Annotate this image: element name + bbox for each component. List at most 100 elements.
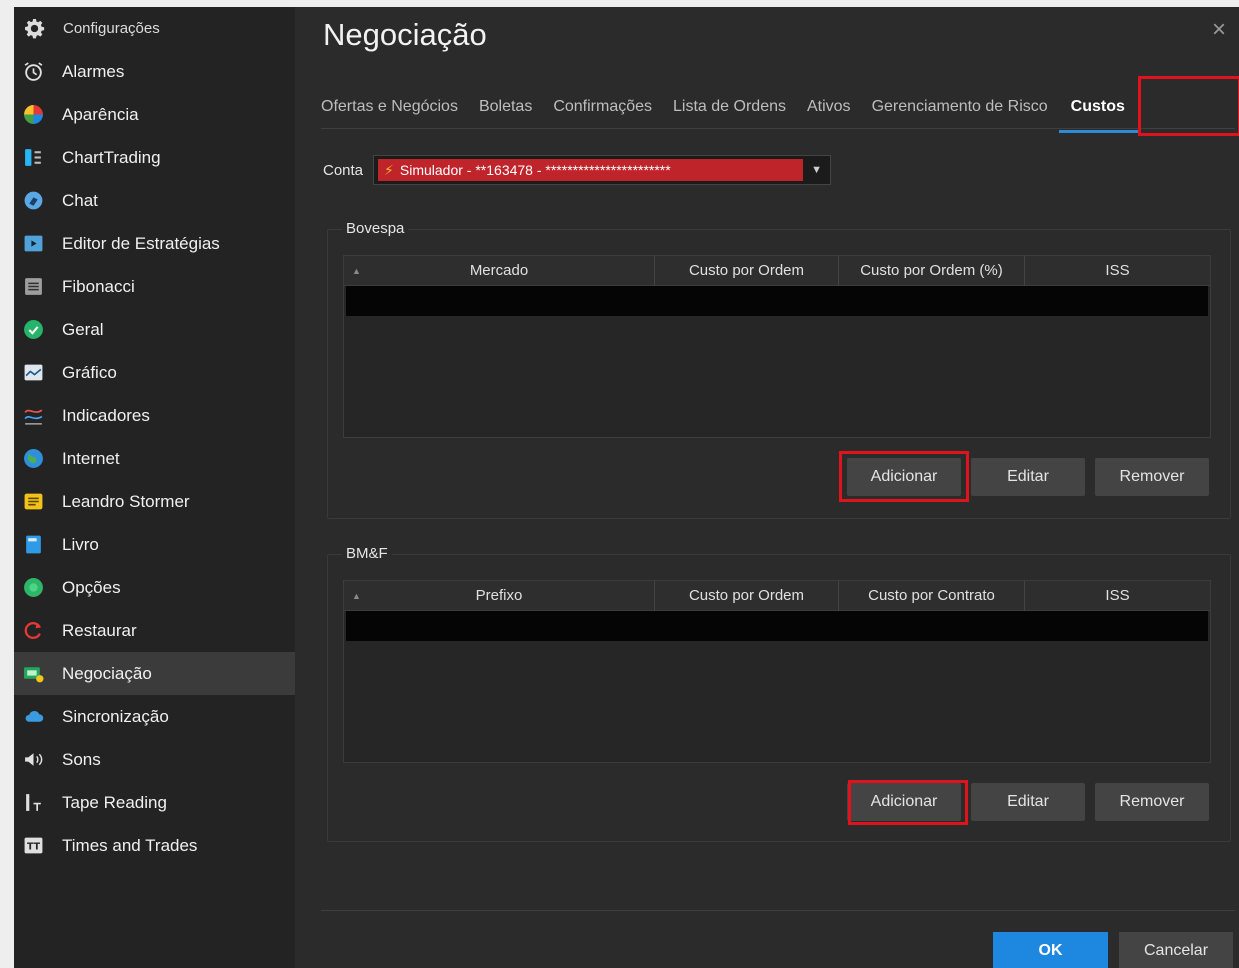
sidebar-item-chat[interactable]: Chat xyxy=(14,179,295,222)
footer-divider xyxy=(321,910,1235,911)
sidebar-item-label: Leandro Stormer xyxy=(62,491,190,511)
sidebar-item-label: Gráfico xyxy=(62,362,117,382)
sidebar-item-restaurar[interactable]: Restaurar xyxy=(14,609,295,652)
tab-boletas[interactable]: Boletas xyxy=(479,98,532,116)
sidebar-item-label: ChartTrading xyxy=(62,147,161,167)
sidebar-item-negociacao[interactable]: Negociação xyxy=(14,652,295,695)
column-header-prefixo[interactable]: ▲ Prefixo xyxy=(344,580,655,611)
sidebar-item-times-and-trades[interactable]: TT Times and Trades xyxy=(14,824,295,867)
bmf-add-button[interactable]: Adicionar xyxy=(847,783,961,821)
bmf-edit-button[interactable]: Editar xyxy=(971,783,1085,821)
bovespa-add-button[interactable]: Adicionar xyxy=(847,458,961,496)
table-row[interactable] xyxy=(346,286,1208,316)
sidebar-item-label: Negociação xyxy=(62,663,152,683)
sidebar-item-sons[interactable]: Sons xyxy=(14,738,295,781)
tab-ativos[interactable]: Ativos xyxy=(807,98,851,116)
sidebar-item-alarmes[interactable]: Alarmes xyxy=(14,50,295,93)
column-header-iss[interactable]: ISS xyxy=(1025,581,1210,611)
sidebar-item-label: Internet xyxy=(62,448,120,468)
sidebar-item-geral[interactable]: Geral xyxy=(14,308,295,351)
sidebar-item-sincronizacao[interactable]: Sincronização xyxy=(14,695,295,738)
account-value-text: Simulador - **163478 - *****************… xyxy=(399,162,671,178)
sidebar-item-label: Restaurar xyxy=(62,620,137,640)
bovespa-edit-button[interactable]: Editar xyxy=(971,458,1085,496)
strategy-editor-icon xyxy=(23,233,44,254)
tab-custos[interactable]: Custos xyxy=(1058,98,1140,133)
column-header-label: ISS xyxy=(1105,262,1130,279)
column-header-mercado[interactable]: ▲ Mercado xyxy=(344,255,655,286)
sidebar-item-label: Indicadores xyxy=(62,405,150,425)
bovespa-costs-table[interactable]: ▲ Mercado Custo por Ordem Custo por Orde… xyxy=(343,255,1211,438)
sidebar-item-grafico[interactable]: Gráfico xyxy=(14,351,295,394)
fibonacci-icon xyxy=(23,276,44,297)
sidebar-item-indicadores[interactable]: Indicadores xyxy=(14,394,295,437)
page-title: Negociação xyxy=(323,17,487,52)
sidebar-item-label: Fibonacci xyxy=(62,276,135,296)
book-icon xyxy=(23,534,44,555)
tape-reading-icon xyxy=(23,792,44,813)
settings-sidebar: Configurações Alarmes Aparência ChartTradi… xyxy=(0,0,295,968)
sidebar-item-charttrading[interactable]: ChartTrading xyxy=(14,136,295,179)
chart-trading-icon xyxy=(23,147,44,168)
column-header-custo-por-ordem-pct[interactable]: Custo por Ordem (%) xyxy=(839,255,1025,286)
sidebar-item-fibonacci[interactable]: Fibonacci xyxy=(14,265,295,308)
tab-ofertas-e-negocios[interactable]: Ofertas e Negócios xyxy=(321,98,458,116)
gear-icon xyxy=(24,18,45,39)
sidebar-item-editor-de-estrategias[interactable]: Editor de Estratégias xyxy=(14,222,295,265)
globe-icon xyxy=(23,448,44,469)
account-label: Conta xyxy=(323,161,364,179)
table-header: ▲ Mercado Custo por Ordem Custo por Orde… xyxy=(344,255,1210,286)
account-row: Conta ⚡ Simulador - **163478 - *********… xyxy=(323,155,832,185)
column-header-iss[interactable]: ISS xyxy=(1025,256,1210,286)
sidebar-item-livro[interactable]: Livro xyxy=(14,523,295,566)
trading-icon xyxy=(23,663,44,684)
column-header-label: Custo por Ordem (%) xyxy=(860,262,1003,279)
speaker-icon xyxy=(23,749,44,770)
chevron-down-icon[interactable]: ▼ xyxy=(811,164,822,176)
column-header-custo-por-ordem[interactable]: Custo por Ordem xyxy=(655,580,839,611)
column-header-custo-por-contrato[interactable]: Custo por Contrato xyxy=(839,580,1025,611)
bovespa-remove-button[interactable]: Remover xyxy=(1095,458,1209,496)
sidebar-item-label: Livro xyxy=(62,534,99,554)
close-icon[interactable]: × xyxy=(1207,18,1231,43)
sidebar-item-label: Aparência xyxy=(62,104,139,124)
options-circle-icon xyxy=(23,577,44,598)
column-header-label: ISS xyxy=(1105,587,1130,604)
ok-button[interactable]: OK xyxy=(993,932,1108,968)
sidebar-item-aparencia[interactable]: Aparência xyxy=(14,93,295,136)
bmf-group-title: BM&F xyxy=(342,545,392,562)
bovespa-group-title: Bovespa xyxy=(342,220,409,237)
alarm-clock-icon xyxy=(23,61,44,82)
column-header-label: Custo por Ordem xyxy=(688,262,805,279)
bmf-costs-table[interactable]: ▲ Prefixo Custo por Ordem Custo por Cont… xyxy=(343,580,1211,763)
sidebar-item-label: Geral xyxy=(62,319,104,339)
sidebar-item-label: Tape Reading xyxy=(62,792,167,812)
sort-arrow-icon: ▲ xyxy=(352,590,361,601)
sidebar-item-tape-reading[interactable]: Tape Reading xyxy=(14,781,295,824)
chat-icon xyxy=(23,190,44,211)
sidebar-item-opcoes[interactable]: Opções xyxy=(14,566,295,609)
cancel-button[interactable]: Cancelar xyxy=(1119,932,1233,968)
sidebar-item-label: Sincronização xyxy=(62,706,169,726)
palette-icon xyxy=(23,104,44,125)
tab-lista-de-ordens[interactable]: Lista de Ordens xyxy=(673,98,786,116)
account-value: ⚡ Simulador - **163478 - ***************… xyxy=(378,159,804,181)
bmf-remove-button[interactable]: Remover xyxy=(1095,783,1209,821)
cloud-icon xyxy=(23,706,44,727)
tab-confirmacoes[interactable]: Confirmações xyxy=(553,98,652,116)
column-header-custo-por-ordem[interactable]: Custo por Ordem xyxy=(655,255,839,286)
column-header-label: Custo por Contrato xyxy=(868,587,995,604)
lightning-icon: ⚡ xyxy=(384,161,394,178)
sidebar-item-leandro-stormer[interactable]: Leandro Stormer xyxy=(14,480,295,523)
sidebar-item-label: Sons xyxy=(62,749,101,769)
check-circle-icon xyxy=(23,319,44,340)
sidebar-item-label: Editor de Estratégias xyxy=(62,233,220,253)
sidebar-header: Configurações xyxy=(14,7,295,50)
user-card-icon xyxy=(23,491,44,512)
sidebar-item-internet[interactable]: Internet xyxy=(14,437,295,480)
table-row[interactable] xyxy=(346,611,1208,641)
account-select[interactable]: ⚡ Simulador - **163478 - ***************… xyxy=(373,155,832,185)
table-header: ▲ Prefixo Custo por Ordem Custo por Cont… xyxy=(344,580,1210,611)
indicators-icon xyxy=(23,405,44,426)
tab-gerenciamento-de-risco[interactable]: Gerenciamento de Risco xyxy=(872,98,1048,116)
